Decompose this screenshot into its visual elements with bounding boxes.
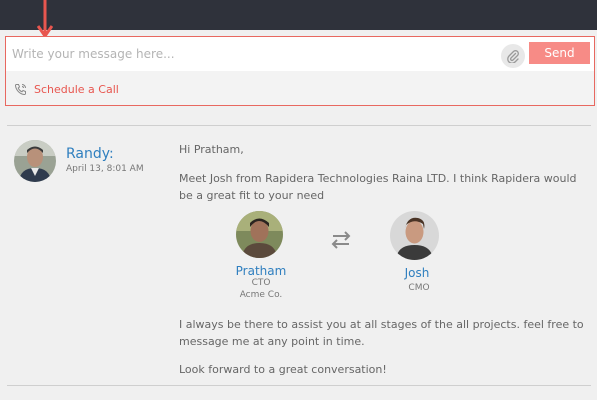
- schedule-call-link[interactable]: Schedule a Call: [14, 81, 119, 97]
- composer-input-row: Send: [6, 37, 594, 71]
- message-closing: Look forward to a great conversation!: [179, 363, 387, 376]
- message-input[interactable]: [6, 37, 496, 71]
- attach-button[interactable]: [501, 44, 525, 68]
- avatar: [14, 140, 56, 182]
- message-timestamp: April 13, 8:01 AM: [66, 164, 144, 174]
- message-assist: I always be there to assist you at all s…: [179, 318, 584, 348]
- introduced-person-title: CMO: [408, 283, 430, 293]
- avatar: [390, 211, 439, 260]
- avatar: [236, 211, 283, 258]
- swap-arrows-icon: [331, 231, 351, 249]
- introduced-person-title: CTO: [251, 278, 271, 288]
- message-composer: Send Schedule a Call: [5, 36, 595, 106]
- message-greeting: Hi Pratham,: [179, 143, 244, 156]
- paperclip-icon: [507, 50, 519, 63]
- divider-bottom: [7, 385, 591, 386]
- introduced-person-company: Acme Co.: [239, 290, 283, 300]
- message-intro: Meet Josh from Rapidera Technologies Rai…: [179, 172, 577, 202]
- introduced-person-name[interactable]: Josh: [377, 266, 457, 280]
- send-button[interactable]: Send: [529, 42, 590, 64]
- divider-top: [7, 125, 591, 126]
- introduced-person-name[interactable]: Pratham: [221, 264, 301, 278]
- sender-name[interactable]: Randy:: [66, 146, 114, 162]
- top-bar: [0, 0, 597, 30]
- down-arrow-icon: [37, 0, 53, 38]
- phone-icon: [14, 83, 26, 95]
- schedule-call-label: Schedule a Call: [34, 82, 119, 96]
